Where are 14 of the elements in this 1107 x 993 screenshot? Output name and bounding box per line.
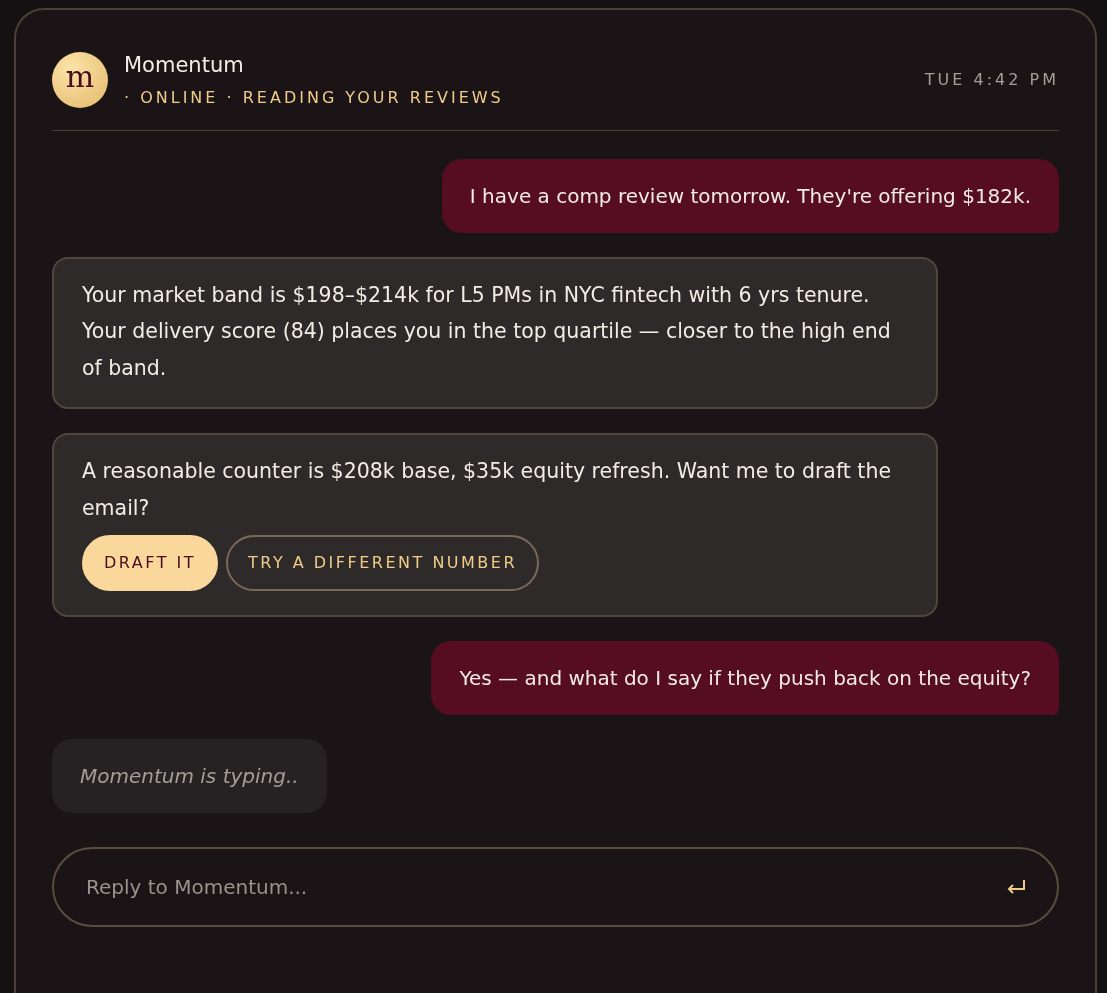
assistant-name: Momentum — [124, 52, 245, 79]
primary-action-button[interactable]: DRAFT IT — [82, 534, 218, 591]
assistant-message: Your market band is $198–$214k for L5 PMs in NYC fintech with 6 yrs tenure. Your delivery score (84) places you in the top quartile — closer to the high end of band. — [52, 256, 939, 410]
status-text: · ONLINE · READING YOUR REVIEWS — [124, 86, 505, 109]
reply-input[interactable]: Reply to Momentum... — [84, 870, 1005, 903]
reply-field[interactable]: Reply to Momentum... — [52, 846, 1059, 927]
user-message: Yes — and what do I say if they push back on the equity? — [431, 640, 1059, 715]
message-text: A reasonable counter is $208k base, $35k equity refresh. Want me to draft the email? — [82, 458, 892, 523]
user-message: I have a comp review tomorrow. They're offering $182k. — [441, 158, 1059, 233]
enter-icon — [1005, 878, 1027, 895]
avatar: m — [52, 51, 108, 108]
timestamp: TUE 4:42 PM — [924, 68, 1059, 91]
typing-indicator: Momentum is typing.. — [52, 738, 327, 813]
secondary-action-button[interactable]: TRY A DIFFERENT NUMBER — [226, 534, 540, 591]
